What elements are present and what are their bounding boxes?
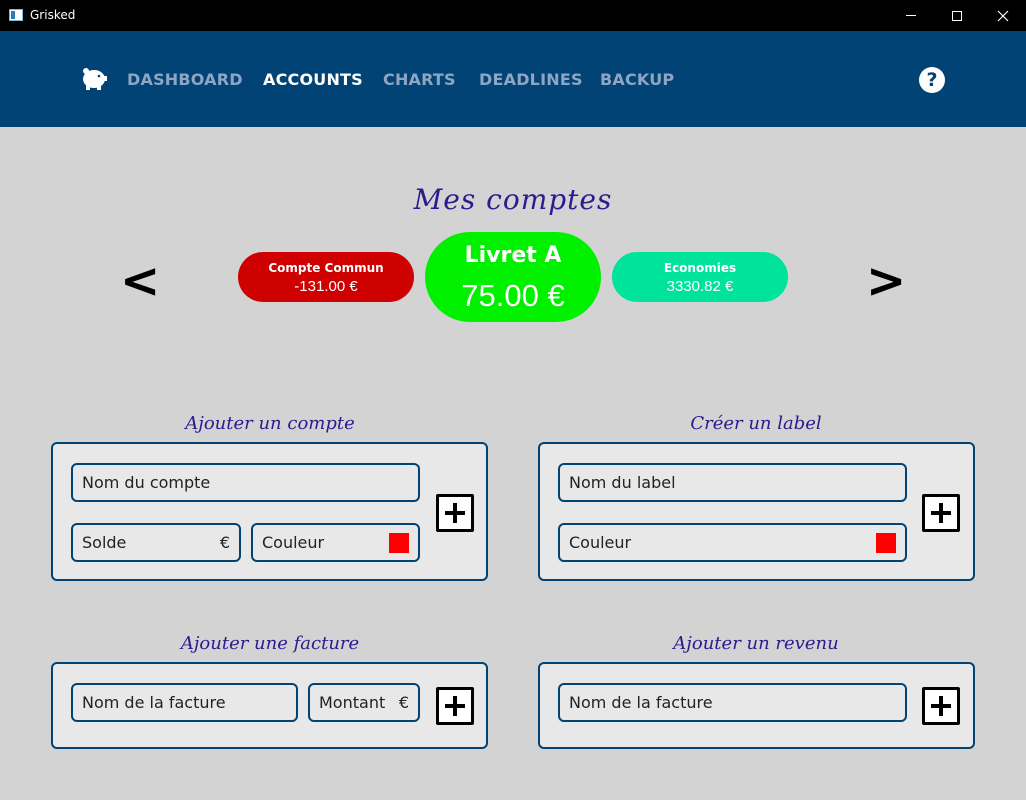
- account-balance: 3330.82 €: [666, 278, 734, 295]
- close-button[interactable]: [980, 0, 1026, 31]
- account-card-right[interactable]: Economies 3330.82 €: [612, 252, 788, 302]
- create-label-panel: Nom du label Couleur: [538, 442, 975, 581]
- label-color-field[interactable]: Couleur: [558, 523, 907, 562]
- maximize-button[interactable]: [934, 0, 980, 31]
- window-titlebar: Grisked: [0, 0, 1026, 31]
- account-color-placeholder: Couleur: [262, 533, 325, 552]
- account-balance: -131.00 €: [294, 278, 358, 295]
- bill-amount-field[interactable]: Montant €: [308, 683, 420, 722]
- nav-deadlines[interactable]: DEADLINES: [479, 70, 583, 89]
- label-color-placeholder: Couleur: [569, 533, 632, 552]
- account-balance-placeholder: Solde: [82, 533, 127, 552]
- window-title: Grisked: [30, 8, 76, 22]
- add-account-title: Ajouter un compte: [185, 413, 355, 434]
- nav-dashboard[interactable]: DASHBOARD: [127, 70, 243, 89]
- income-name-field[interactable]: Nom de la facture: [558, 683, 907, 722]
- nav-backup[interactable]: BACKUP: [600, 70, 674, 89]
- create-label-title: Créer un label: [690, 413, 822, 434]
- bill-name-field[interactable]: Nom de la facture: [71, 683, 298, 722]
- minimize-icon: [906, 15, 916, 16]
- account-name: Livret A: [464, 243, 562, 268]
- account-name: Compte Commun: [268, 261, 384, 275]
- account-card-selected[interactable]: Livret A 75.00 €: [425, 232, 601, 322]
- account-balance-field[interactable]: Solde €: [71, 523, 241, 562]
- income-name-placeholder: Nom de la facture: [569, 693, 713, 712]
- account-color-field[interactable]: Couleur: [251, 523, 420, 562]
- add-income-panel: Nom de la facture: [538, 662, 975, 749]
- color-swatch[interactable]: [876, 533, 896, 553]
- bill-amount-placeholder: Montant: [319, 693, 386, 712]
- minimize-button[interactable]: [888, 0, 934, 31]
- add-account-button[interactable]: [436, 494, 474, 532]
- maximize-icon: [952, 10, 962, 21]
- color-swatch[interactable]: [389, 533, 409, 553]
- nav-accounts[interactable]: ACCOUNTS: [263, 70, 363, 89]
- nav-charts[interactable]: CHARTS: [383, 70, 456, 89]
- label-name-placeholder: Nom du label: [569, 473, 676, 492]
- previous-account-button[interactable]: <: [120, 257, 160, 305]
- euro-suffix: €: [398, 693, 409, 712]
- app-icon: [9, 9, 23, 21]
- account-balance: 75.00 €: [461, 278, 565, 313]
- add-income-button[interactable]: [922, 687, 960, 725]
- add-bill-button[interactable]: [436, 687, 474, 725]
- account-name-placeholder: Nom du compte: [82, 473, 211, 492]
- euro-suffix: €: [219, 533, 230, 552]
- label-name-field[interactable]: Nom du label: [558, 463, 907, 502]
- piggy-bank-icon[interactable]: [80, 66, 108, 97]
- create-label-button[interactable]: [922, 494, 960, 532]
- add-bill-panel: Nom de la facture Montant €: [51, 662, 488, 749]
- next-account-button[interactable]: >: [866, 257, 906, 305]
- help-button[interactable]: ?: [919, 67, 945, 93]
- account-name-field[interactable]: Nom du compte: [71, 463, 420, 502]
- add-income-title: Ajouter un revenu: [673, 633, 839, 654]
- add-account-panel: Nom du compte Solde € Couleur: [51, 442, 488, 581]
- account-name: Economies: [663, 261, 737, 275]
- close-icon: [997, 10, 1009, 21]
- account-card-left[interactable]: Compte Commun -131.00 €: [238, 252, 414, 302]
- bill-name-placeholder: Nom de la facture: [82, 693, 226, 712]
- add-bill-title: Ajouter une facture: [180, 633, 360, 654]
- page-title: Mes comptes: [413, 183, 613, 216]
